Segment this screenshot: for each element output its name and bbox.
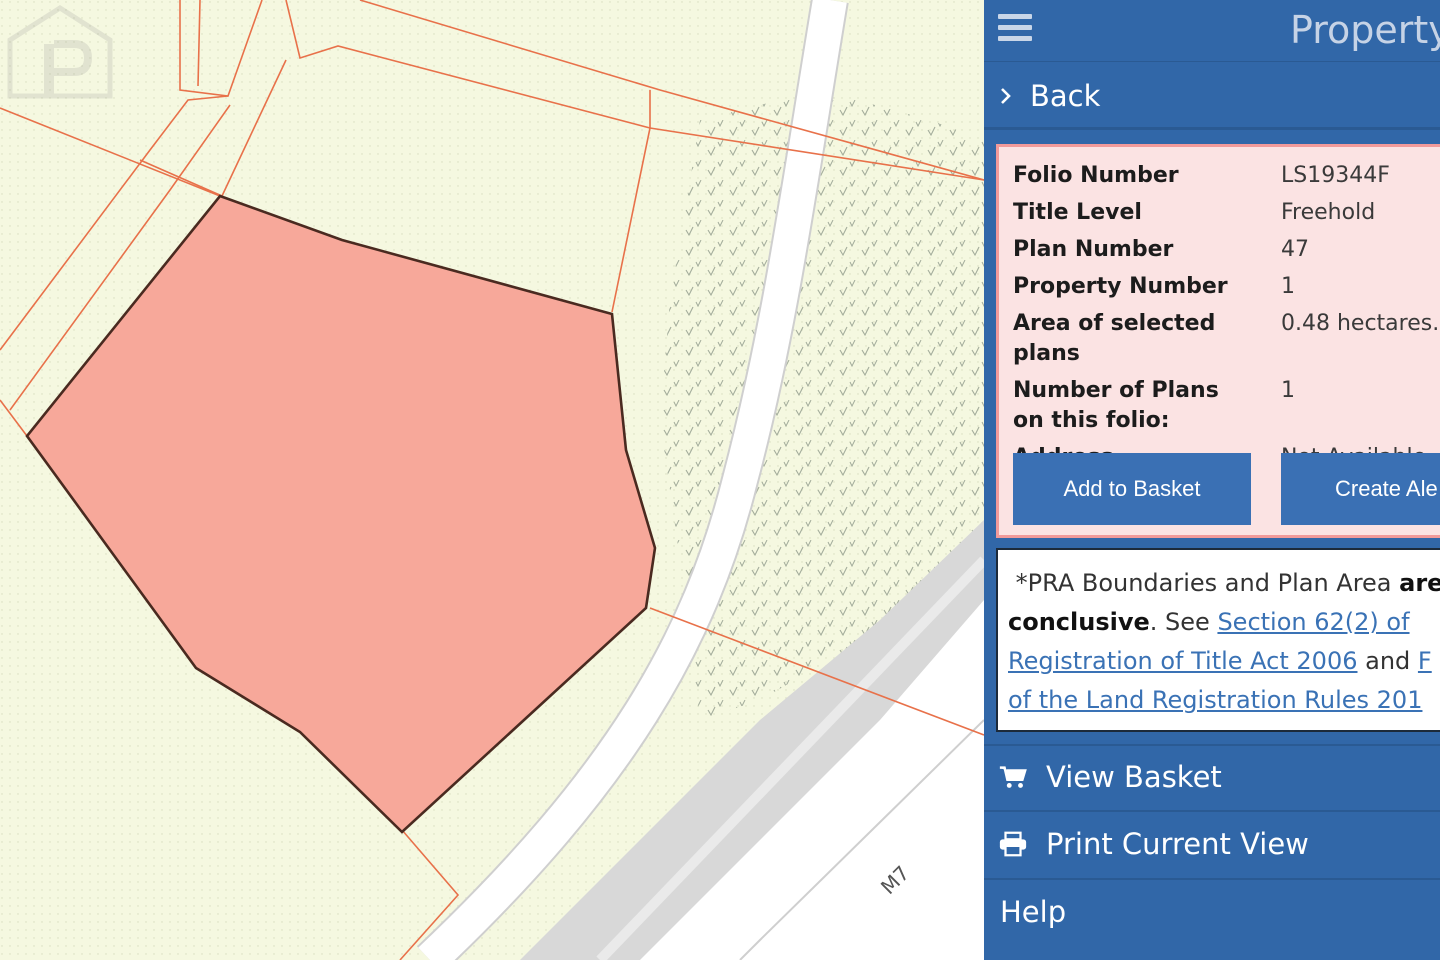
folio-key: Folio Number (1013, 163, 1179, 188)
land-registration-rules-link[interactable]: of the Land Registration Rules 201 (1008, 686, 1422, 714)
print-label: Print Current View (1046, 827, 1309, 861)
help-label: Help (1000, 895, 1067, 929)
disclaimer-line: *PRA Boundaries and Plan Area are no (1008, 564, 1440, 603)
map-drawing: M7 (0, 0, 984, 960)
folio-value: 47 (1281, 237, 1309, 262)
view-basket-button[interactable]: View Basket (984, 744, 1440, 808)
disclaimer-bold: conclusive (1008, 608, 1150, 636)
folio-key: Number of Plans on this folio: (1013, 378, 1219, 433)
folio-row-title-level: Title Level Freehold (1013, 198, 1440, 228)
registration-act-link[interactable]: Registration of Title Act 2006 (1008, 647, 1358, 675)
folio-row-property-number: Property Number 1 (1013, 272, 1440, 302)
disclaimer-line: of the Land Registration Rules 201 (1008, 681, 1440, 720)
folio-info-table: Folio Number LS19344F Title Level Freeho… (1013, 161, 1440, 480)
disclaimer-line: conclusive. See Section 62(2) of (1008, 603, 1440, 642)
create-alert-button[interactable]: Create Ale (1281, 453, 1440, 525)
printer-icon (984, 830, 1028, 858)
folio-value: 1 (1281, 378, 1295, 403)
map-canvas[interactable]: M7 (0, 0, 984, 960)
hamburger-menu-icon[interactable] (998, 14, 1032, 42)
disclaimer-bold: are no (1399, 569, 1440, 597)
back-button[interactable]: Back (984, 64, 1440, 130)
help-button[interactable]: Help (984, 878, 1440, 944)
folio-key: Property Number (1013, 274, 1228, 299)
section-62-link[interactable]: Section 62(2) of (1217, 608, 1409, 636)
folio-row-area: Area of selected plans 0.48 hectares. (1013, 309, 1440, 369)
print-current-view-button[interactable]: Print Current View (984, 810, 1440, 876)
folio-key: Title Level (1013, 200, 1142, 225)
shopping-cart-icon (984, 764, 1028, 790)
watermark-logo-icon (7, 5, 113, 99)
folio-info-box: Folio Number LS19344F Title Level Freeho… (996, 144, 1440, 538)
folio-value: Freehold (1281, 200, 1376, 225)
disclaimer-prefix: *PRA Boundaries and Plan Area (1015, 569, 1400, 597)
folio-row-folio-number: Folio Number LS19344F (1013, 161, 1440, 191)
add-to-basket-button[interactable]: Add to Basket (1013, 453, 1251, 525)
disclaimer-see: . See (1149, 608, 1218, 636)
folio-value: 0.48 hectares. (1281, 311, 1440, 336)
folio-key: Area of selected plans (1013, 311, 1216, 366)
rules-link-start[interactable]: F (1418, 647, 1432, 675)
back-label: Back (1030, 78, 1101, 113)
chevron-right-icon (984, 85, 1028, 107)
folio-row-plans-count: Number of Plans on this folio: 1 (1013, 376, 1440, 436)
folio-value: 1 (1281, 274, 1295, 299)
panel-title: Property (1290, 8, 1440, 52)
folio-row-plan-number: Plan Number 47 (1013, 235, 1440, 265)
boundary-disclaimer: *PRA Boundaries and Plan Area are no con… (996, 548, 1440, 732)
panel-top-bar: Property (984, 0, 1440, 62)
property-side-panel: Property Back Folio Number LS19344F Titl… (984, 0, 1440, 960)
folio-key: Plan Number (1013, 237, 1174, 262)
view-basket-label: View Basket (1046, 760, 1222, 794)
disclaimer-and: and (1357, 647, 1418, 675)
disclaimer-line: Registration of Title Act 2006 and F (1008, 642, 1440, 681)
folio-value: LS19344F (1281, 163, 1390, 188)
